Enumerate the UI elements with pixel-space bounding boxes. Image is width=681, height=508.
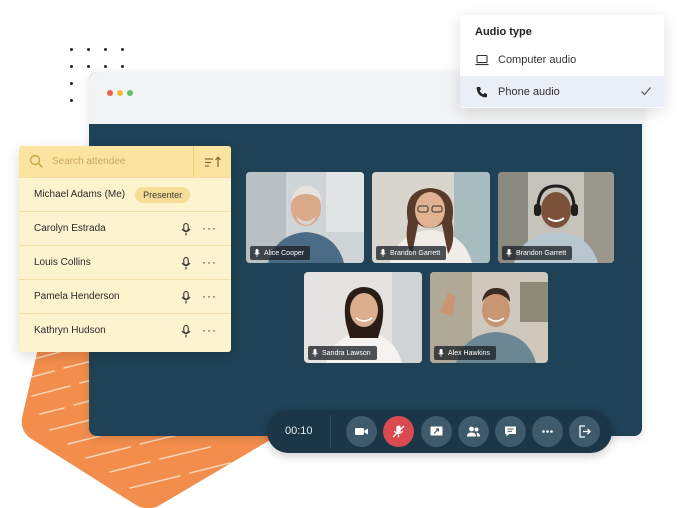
mic-icon (438, 349, 444, 357)
mic-muted-icon (392, 425, 405, 438)
more-options-icon[interactable]: ··· (202, 222, 217, 234)
video-camera-icon (355, 428, 368, 435)
participants-button[interactable] (458, 416, 489, 447)
leave-icon (579, 425, 591, 438)
window-close-dot[interactable] (107, 90, 113, 96)
video-tile[interactable]: Alex Hawkins (430, 272, 548, 363)
audio-option-computer[interactable]: Computer audio (460, 44, 664, 75)
video-tile[interactable]: Sandra Lawson (304, 272, 422, 363)
leave-meeting-button[interactable] (569, 416, 600, 447)
mute-toggle-button[interactable] (383, 416, 414, 447)
attendee-row[interactable]: Carolyn Estrada ··· (19, 211, 231, 245)
audio-type-menu: Audio type Computer audio Phone audio (460, 15, 664, 108)
screen-share-icon (430, 426, 443, 436)
participant-name: Sandra Lawson (322, 349, 371, 357)
attendee-row[interactable]: Michael Adams (Me) Presenter (19, 177, 231, 211)
video-tile[interactable]: Alice Cooper (246, 172, 364, 263)
attendee-name: Michael Adams (Me) (34, 189, 126, 200)
attendee-name: Pamela Henderson (34, 291, 120, 302)
attendees-panel: Michael Adams (Me) Presenter Carolyn Est… (19, 146, 231, 352)
sort-attendees-button[interactable] (193, 146, 231, 177)
mic-icon[interactable] (181, 257, 191, 270)
mic-icon[interactable] (181, 291, 191, 304)
video-tile[interactable]: Brandon Garrett (498, 172, 614, 263)
sort-icon (204, 155, 221, 167)
participants-icon (467, 426, 480, 437)
more-options-icon[interactable]: ··· (202, 324, 217, 336)
laptop-icon (475, 54, 489, 65)
more-options-icon[interactable]: ··· (202, 290, 217, 302)
participant-name: Alice Cooper (264, 249, 305, 257)
video-toggle-button[interactable] (346, 416, 377, 447)
mic-icon (254, 249, 260, 257)
control-divider (330, 415, 331, 448)
attendee-search-bar (19, 146, 231, 177)
chat-button[interactable] (495, 416, 526, 447)
audio-option-phone[interactable]: Phone audio (460, 76, 664, 107)
attendee-name: Carolyn Estrada (34, 223, 106, 234)
screen-share-button[interactable] (421, 416, 452, 447)
attendee-name: Louis Collins (34, 257, 91, 268)
more-options-icon[interactable]: ··· (202, 256, 217, 268)
search-icon (29, 154, 43, 168)
more-options-icon (542, 430, 553, 433)
mic-icon[interactable] (181, 223, 191, 236)
audio-option-label: Computer audio (498, 53, 577, 66)
participant-name-tag: Alice Cooper (250, 246, 311, 260)
participant-name-tag: Sandra Lawson (308, 346, 377, 360)
participant-name: Brandon Garrett (390, 249, 441, 257)
mic-icon (506, 249, 512, 257)
participant-name: Alex Hawkins (448, 349, 491, 357)
mic-icon (312, 349, 318, 357)
mic-icon (380, 249, 386, 257)
participant-name-tag: Brandon Garrett (502, 246, 573, 260)
participant-name-tag: Alex Hawkins (434, 346, 497, 360)
mic-icon[interactable] (181, 325, 191, 338)
attendee-row[interactable]: Pamela Henderson ··· (19, 279, 231, 313)
video-tile[interactable]: Brandon Garrett (372, 172, 490, 263)
window-minimize-dot[interactable] (117, 90, 123, 96)
audio-type-title: Audio type (475, 26, 532, 38)
meeting-control-bar: 00:10 (267, 410, 612, 453)
attendee-row[interactable]: Kathryn Hudson ··· (19, 313, 231, 347)
participant-name: Brandon Garrett (516, 249, 567, 257)
checkmark-icon (641, 87, 651, 96)
attendee-search-input[interactable] (52, 154, 202, 169)
phone-icon (476, 86, 487, 97)
audio-option-label: Phone audio (498, 85, 560, 98)
presenter-badge: Presenter (135, 186, 191, 203)
participant-name-tag: Brandon Garrett (376, 246, 447, 260)
chat-icon (505, 426, 516, 437)
attendee-name: Kathryn Hudson (34, 325, 106, 336)
meeting-timer: 00:10 (285, 425, 313, 437)
more-options-button[interactable] (532, 416, 563, 447)
window-maximize-dot[interactable] (127, 90, 133, 96)
attendee-row[interactable]: Louis Collins ··· (19, 245, 231, 279)
